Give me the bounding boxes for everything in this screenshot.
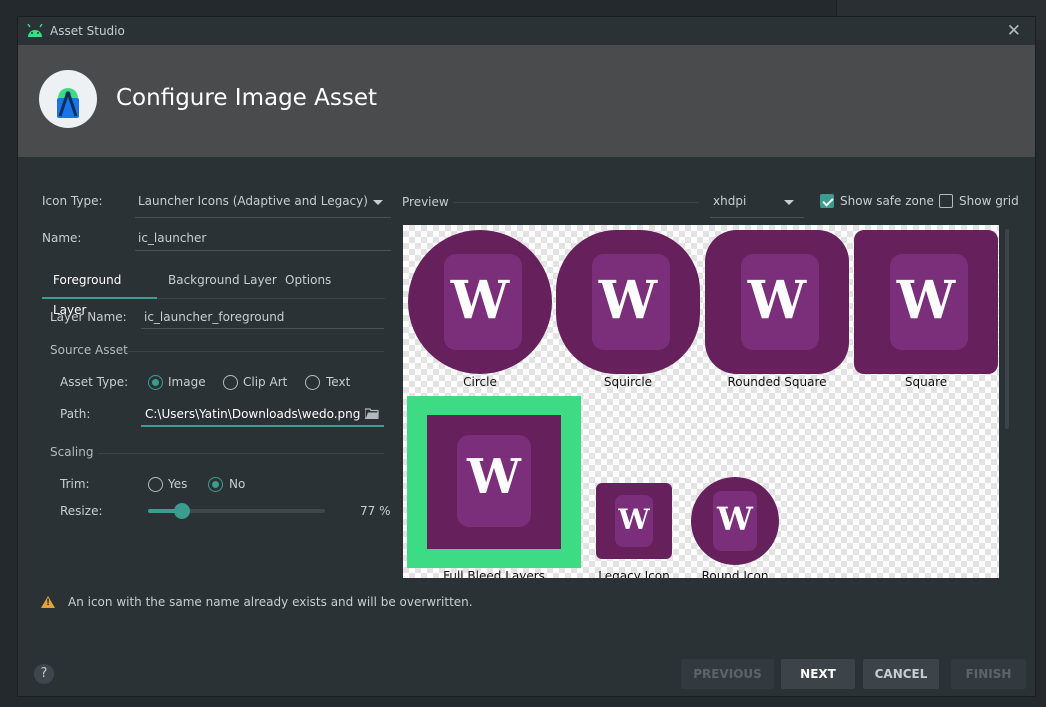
trim-no-radio[interactable] xyxy=(208,477,223,492)
tab-options[interactable]: Options xyxy=(285,265,345,299)
full-bleed-frame: W xyxy=(407,396,581,568)
trim-label: Trim: xyxy=(60,477,90,491)
w-glyph: W xyxy=(618,503,650,536)
density-value: xhdpi xyxy=(713,194,747,208)
full-bleed-caption: Full Bleed Layers xyxy=(443,569,545,578)
layer-tabs: Foreground Layer Background Layer Option… xyxy=(42,265,385,317)
page-title: Configure Image Asset xyxy=(116,85,377,111)
show-safe-zone-checkbox[interactable] xyxy=(820,194,834,208)
asset-type-clipart-radio[interactable] xyxy=(223,375,238,390)
squircle-icon-preview: W xyxy=(556,230,700,374)
tab-background-layer[interactable]: Background Layer xyxy=(168,265,280,299)
asset-type-clipart-label: Clip Art xyxy=(243,375,288,389)
w-glyph: W xyxy=(598,270,658,331)
cancel-button[interactable]: CANCEL xyxy=(863,659,939,689)
finish-button[interactable]: FINISH xyxy=(951,659,1026,689)
chevron-down-icon[interactable] xyxy=(373,200,383,205)
icon-type-value: Launcher Icons (Adaptive and Legacy) xyxy=(138,194,368,208)
preview-canvas: W Circle W Squircle W Rounded Square W S… xyxy=(403,225,999,578)
trim-yes-label: Yes xyxy=(168,477,188,491)
trim-no-label: No xyxy=(229,477,246,491)
warning-message: An icon with the same name already exist… xyxy=(68,595,473,609)
close-icon[interactable]: ✕ xyxy=(1007,21,1021,41)
asset-type-image-label: Image xyxy=(168,375,206,389)
preview-scrollbar[interactable] xyxy=(1005,229,1009,429)
resize-label: Resize: xyxy=(60,504,103,518)
title-bar: Asset Studio ✕ xyxy=(18,17,1035,45)
legacy-icon-preview: W xyxy=(596,483,672,559)
preview-divider xyxy=(453,202,699,203)
resize-value: 77 % xyxy=(360,504,391,518)
show-grid-checkbox[interactable] xyxy=(939,194,953,208)
square-icon-preview: W xyxy=(854,230,998,374)
round-icon-preview: W xyxy=(691,477,779,565)
asset-type-text-label: Text xyxy=(326,375,351,389)
folder-icon[interactable] xyxy=(365,408,379,419)
asset-studio-dialog: Asset Studio ✕ Configure Image Asset Ico… xyxy=(17,16,1036,697)
android-icon xyxy=(27,24,43,37)
asset-type-text-radio[interactable] xyxy=(305,375,320,390)
round-caption: Round Icon xyxy=(701,569,769,578)
tab-foreground-layer[interactable]: Foreground Layer xyxy=(42,265,157,317)
show-grid-label: Show grid xyxy=(959,194,1019,208)
rounded-square-icon-preview: W xyxy=(705,230,849,374)
asset-type-image-radio[interactable] xyxy=(148,375,163,390)
android-studio-logo-icon xyxy=(39,70,97,128)
banner: Configure Image Asset xyxy=(18,45,1035,157)
square-caption: Square xyxy=(904,375,948,389)
full-bleed-icon-preview: W xyxy=(427,415,561,549)
resize-slider-handle[interactable] xyxy=(174,503,190,519)
w-glyph: W xyxy=(717,500,753,538)
path-value: C:\Users\Yatin\Downloads\wedo.png xyxy=(145,407,361,421)
layer-name-label: Layer Name: xyxy=(50,310,127,324)
path-label: Path: xyxy=(60,407,91,421)
w-glyph: W xyxy=(747,270,807,331)
w-glyph: W xyxy=(896,270,956,331)
name-label: Name: xyxy=(42,231,82,245)
section-divider xyxy=(98,453,384,454)
circle-icon-preview: W xyxy=(408,230,552,374)
next-button[interactable]: NEXT xyxy=(781,659,855,689)
preview-label: Preview xyxy=(402,195,449,209)
rounded-square-caption: Rounded Square xyxy=(727,375,827,389)
name-field[interactable]: ic_launcher xyxy=(135,227,391,251)
source-asset-heading: Source Asset xyxy=(50,343,128,357)
icon-type-label: Icon Type: xyxy=(42,194,103,208)
window-title: Asset Studio xyxy=(50,24,125,38)
previous-button[interactable]: PREVIOUS xyxy=(681,659,774,689)
w-glyph: W xyxy=(450,270,510,331)
chevron-down-icon[interactable] xyxy=(784,200,794,205)
squircle-caption: Squircle xyxy=(603,375,653,389)
layer-name-value: ic_launcher_foreground xyxy=(144,310,285,324)
name-value: ic_launcher xyxy=(138,231,207,245)
w-glyph: W xyxy=(467,449,521,505)
show-safe-zone-label: Show safe zone xyxy=(840,194,934,208)
layer-name-field[interactable]: ic_launcher_foreground xyxy=(141,306,384,329)
asset-type-label: Asset Type: xyxy=(60,375,129,389)
circle-caption: Circle xyxy=(463,375,497,389)
path-input[interactable]: C:\Users\Yatin\Downloads\wedo.png xyxy=(141,403,384,427)
section-divider xyxy=(126,351,384,352)
scaling-heading: Scaling xyxy=(50,445,94,459)
legacy-caption: Legacy Icon xyxy=(598,569,670,578)
help-button[interactable]: ? xyxy=(34,664,54,684)
warning-icon: ! xyxy=(41,596,55,608)
trim-yes-radio[interactable] xyxy=(148,477,163,492)
icon-type-select[interactable]: Launcher Icons (Adaptive and Legacy) xyxy=(135,190,391,218)
